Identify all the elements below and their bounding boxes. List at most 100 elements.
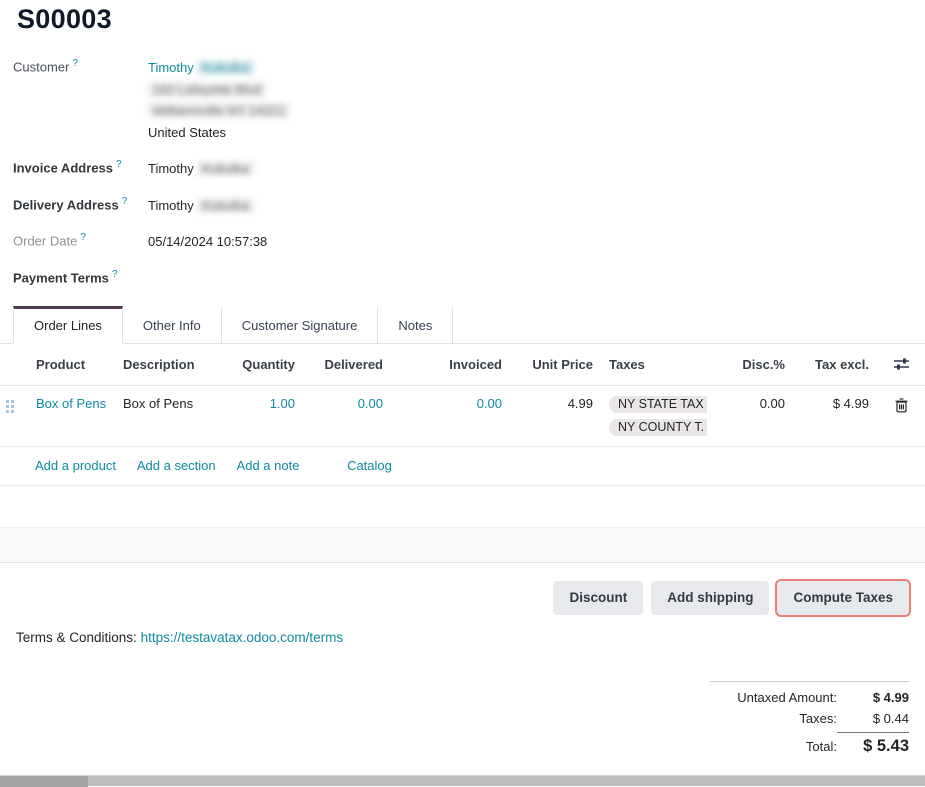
cell-delivered[interactable]: 0.00	[303, 385, 391, 446]
notebook-tabs: Order Lines Other Info Customer Signatur…	[0, 306, 925, 344]
cell-tax-excl: $ 4.99	[793, 385, 877, 446]
cell-taxes: NY STATE TAX NY COUNTY T.	[601, 385, 707, 446]
help-icon: ?	[112, 269, 118, 280]
spacer	[0, 563, 925, 581]
add-line-cell: Add a product Add a section Add a note C…	[0, 446, 925, 485]
form-fields: Customer? Timothy Kukulka 182 Lafayette …	[0, 57, 925, 285]
total-row: Total: $ 5.43	[710, 732, 909, 756]
field-order-date: Order Date? 05/14/2024 10:57:38	[0, 231, 925, 253]
invoice-address-first[interactable]: Timothy	[148, 161, 194, 176]
row-drag-handle[interactable]	[0, 385, 28, 446]
adjust-columns-header	[877, 344, 925, 386]
catalog-link[interactable]: Catalog	[347, 458, 392, 473]
tax-badge-state[interactable]: NY STATE TAX	[609, 396, 707, 413]
total-label: Total:	[806, 739, 837, 754]
col-product: Product	[28, 344, 115, 386]
customer-first-name[interactable]: Timothy	[148, 60, 194, 75]
handle-column-header	[0, 344, 28, 386]
totals-section: Untaxed Amount: $ 4.99 Taxes: $ 0.44 Tot…	[0, 681, 925, 762]
help-icon: ?	[122, 196, 128, 207]
compute-taxes-button[interactable]: Compute Taxes	[777, 581, 909, 615]
terms-link[interactable]: https://testavatax.odoo.com/terms	[141, 630, 344, 645]
tax-badge-county[interactable]: NY COUNTY T.	[609, 419, 707, 436]
tab-customer-signature[interactable]: Customer Signature	[222, 306, 379, 344]
delivery-address-redacted[interactable]: Kukulka	[197, 198, 253, 213]
product-link[interactable]: Box of Pens	[36, 396, 106, 411]
totals-box: Untaxed Amount: $ 4.99 Taxes: $ 0.44 Tot…	[710, 681, 909, 762]
untaxed-amount-row: Untaxed Amount: $ 4.99	[710, 690, 909, 705]
add-line-row: Add a product Add a section Add a note C…	[0, 446, 925, 485]
col-unit-price: Unit Price	[510, 344, 601, 386]
customer-country: United States	[148, 122, 290, 144]
table-header-row: Product Description Quantity Delivered I…	[0, 344, 925, 386]
line-action-buttons: Discount Add shipping Compute Taxes	[0, 581, 925, 615]
col-delivered: Delivered	[303, 344, 391, 386]
scrollbar-thumb[interactable]	[0, 776, 88, 787]
add-a-note-link[interactable]: Add a note	[237, 458, 300, 473]
customer-link[interactable]: Timothy Kukulka	[148, 60, 254, 75]
invoice-address-label: Invoice Address?	[13, 158, 148, 175]
delete-row-icon[interactable]	[895, 398, 908, 413]
customer-address-line1-redacted: 182 Lafayette Blvd	[148, 82, 266, 97]
tab-order-lines[interactable]: Order Lines	[13, 306, 123, 344]
delivery-address-label-text: Delivery Address	[13, 197, 119, 212]
add-shipping-button[interactable]: Add shipping	[651, 581, 769, 615]
field-customer: Customer? Timothy Kukulka 182 Lafayette …	[0, 57, 925, 143]
terms-and-conditions: Terms & Conditions: https://testavatax.o…	[16, 630, 925, 645]
help-icon: ?	[72, 58, 78, 69]
customer-last-name-redacted[interactable]: Kukulka	[197, 60, 253, 75]
taxes-label: Taxes:	[799, 711, 837, 726]
col-disc: Disc.%	[707, 344, 793, 386]
field-invoice-address: Invoice Address? Timothy Kukulka	[0, 158, 925, 180]
tax-badges: NY STATE TAX NY COUNTY T.	[609, 396, 707, 436]
delivery-address-first[interactable]: Timothy	[148, 198, 194, 213]
add-a-section-link[interactable]: Add a section	[137, 458, 216, 473]
payment-terms-label-text: Payment Terms	[13, 270, 109, 285]
cell-actions	[877, 385, 925, 446]
invoice-address-field[interactable]: Timothy Kukulka	[148, 158, 254, 180]
order-lines-table: Product Description Quantity Delivered I…	[0, 344, 925, 486]
invoice-address-redacted[interactable]: Kukulka	[197, 161, 253, 176]
customer-address-line2-redacted: Williamsville NY 14221	[148, 103, 290, 118]
delivery-address-label: Delivery Address?	[13, 195, 148, 212]
order-date-label-text: Order Date	[13, 233, 77, 248]
cell-unit-price[interactable]: 4.99	[510, 385, 601, 446]
drag-handle-icon	[6, 400, 14, 413]
customer-label: Customer?	[13, 57, 148, 74]
delivery-address-field[interactable]: Timothy Kukulka	[148, 195, 254, 217]
terms-label: Terms & Conditions:	[16, 630, 137, 645]
invoice-address-label-text: Invoice Address	[13, 160, 113, 175]
untaxed-amount-label: Untaxed Amount:	[737, 690, 837, 705]
list-footer-band	[0, 527, 925, 563]
cell-invoiced[interactable]: 0.00	[391, 385, 510, 446]
add-a-product-link[interactable]: Add a product	[35, 458, 116, 473]
adjust-columns-icon[interactable]	[893, 357, 910, 371]
customer-label-text: Customer	[13, 59, 69, 74]
taxes-value: $ 0.44	[837, 711, 909, 726]
payment-terms-label: Payment Terms?	[13, 268, 148, 285]
order-date-label: Order Date?	[13, 231, 148, 248]
field-payment-terms: Payment Terms?	[0, 268, 925, 285]
field-delivery-address: Delivery Address? Timothy Kukulka	[0, 195, 925, 217]
cell-disc[interactable]: 0.00	[707, 385, 793, 446]
col-quantity: Quantity	[228, 344, 303, 386]
col-tax-excl: Tax excl.	[793, 344, 877, 386]
order-date-field[interactable]: 05/14/2024 10:57:38	[148, 231, 267, 253]
col-taxes: Taxes	[601, 344, 707, 386]
untaxed-amount-value: $ 4.99	[837, 690, 909, 705]
total-value: $ 5.43	[837, 732, 909, 756]
cell-product: Box of Pens	[28, 385, 115, 446]
col-description: Description	[115, 344, 228, 386]
order-line-row: Box of Pens Box of Pens 1.00 0.00 0.00 4…	[0, 385, 925, 446]
cell-quantity[interactable]: 1.00	[228, 385, 303, 446]
spacer	[0, 486, 925, 527]
tab-other-info[interactable]: Other Info	[123, 306, 222, 344]
page-title: S00003	[0, 0, 925, 35]
taxes-row: Taxes: $ 0.44	[710, 711, 909, 726]
tab-notes[interactable]: Notes	[378, 306, 453, 344]
horizontal-scrollbar[interactable]	[0, 775, 925, 786]
discount-button[interactable]: Discount	[553, 581, 643, 615]
cell-description[interactable]: Box of Pens	[115, 385, 228, 446]
col-invoiced: Invoiced	[391, 344, 510, 386]
help-icon: ?	[80, 232, 86, 243]
